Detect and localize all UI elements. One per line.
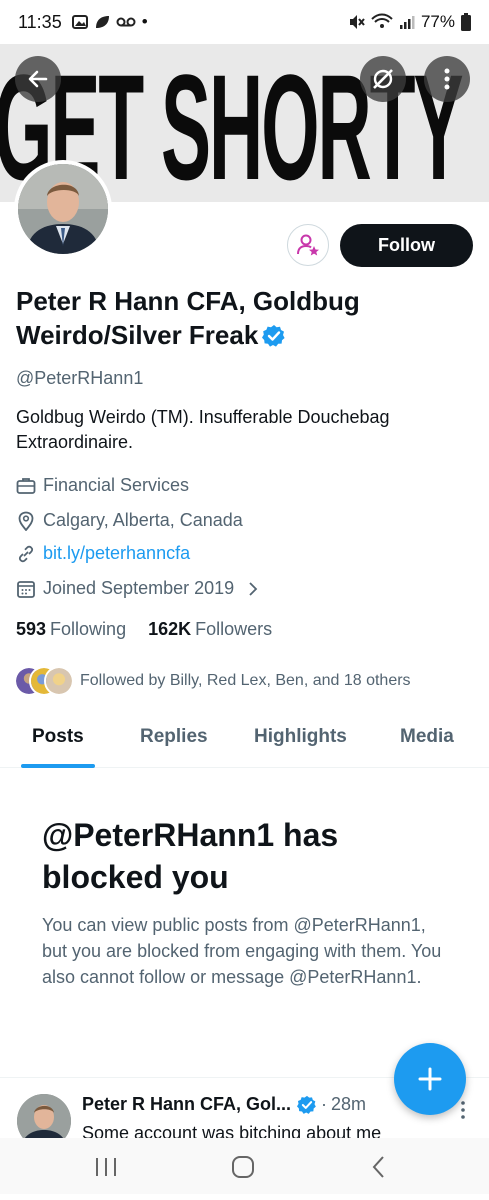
followed-by-row[interactable]: Followed by Billy, Red Lex, Ben, and 18 … <box>14 664 411 698</box>
following-stat[interactable]: 593 Following <box>16 619 126 640</box>
status-right: 77% <box>347 12 471 32</box>
following-label: Following <box>50 619 127 639</box>
profile-avatar[interactable] <box>14 160 112 258</box>
more-options-button[interactable] <box>424 56 470 102</box>
profile-website[interactable]: bit.ly/peterhanncfa <box>16 543 190 564</box>
compose-button[interactable] <box>394 1043 466 1115</box>
followers-count: 162K <box>148 619 192 639</box>
joined-text: Joined September 2019 <box>43 578 235 598</box>
tweet-separator: · <box>321 1094 328 1114</box>
tab-replies[interactable]: Replies <box>140 726 208 748</box>
back-nav-icon[interactable] <box>370 1154 388 1180</box>
recent-apps-icon[interactable] <box>94 1154 118 1180</box>
followers-avatars <box>14 664 74 698</box>
arrow-left-icon <box>28 70 48 88</box>
status-bar: 11:35 • 77% <box>0 0 489 44</box>
bottom-strip <box>0 1194 489 1200</box>
person-star-icon <box>297 234 319 256</box>
signal-icon <box>399 16 415 29</box>
plus-icon <box>418 1067 442 1091</box>
tweet-time: 28m <box>331 1094 367 1114</box>
home-icon[interactable] <box>230 1154 256 1180</box>
avatar-photo <box>18 164 108 254</box>
tweet-author-name[interactable]: Peter R Hann CFA, Gol... <box>82 1094 291 1115</box>
profile-tabs: Posts Replies Highlights Media <box>0 714 489 768</box>
follow-stats: 593 Following 162K Followers <box>16 619 272 640</box>
active-tab-indicator <box>21 764 95 768</box>
status-dot: • <box>141 12 148 31</box>
profile-name: Peter R Hann CFA, Goldbug Weirdo/Silver … <box>16 284 436 352</box>
profile-category: Financial Services <box>16 475 189 496</box>
followed-by-text: Followed by Billy, Red Lex, Ben, and 18 … <box>80 672 411 689</box>
profile-handle: @PeterRHann1 <box>16 368 144 388</box>
profile-name-text: Peter R Hann CFA, Goldbug Weirdo/Silver … <box>16 286 360 350</box>
leaf-icon <box>95 16 109 28</box>
more-vertical-icon <box>444 68 450 90</box>
system-nav-bar <box>0 1138 489 1196</box>
location-pin-icon <box>18 511 34 531</box>
grok-icon <box>373 69 393 89</box>
tweet-header: Peter R Hann CFA, Gol... · 28m <box>82 1094 366 1115</box>
followers-stat[interactable]: 162K Followers <box>148 619 272 640</box>
blocked-body: You can view public posts from @PeterRHa… <box>42 915 442 987</box>
verified-badge-icon <box>297 1095 316 1114</box>
profile-joined[interactable]: Joined September 2019 <box>16 578 260 599</box>
category-text: Financial Services <box>43 475 190 495</box>
profile-bio: Goldbug Weirdo (TM). Insufferable Douche… <box>16 407 390 452</box>
subscribe-button[interactable] <box>287 224 329 266</box>
link-icon <box>18 545 34 562</box>
mute-icon <box>349 15 365 29</box>
location-text: Calgary, Alberta, Canada <box>43 510 243 530</box>
tab-posts[interactable]: Posts <box>32 726 84 748</box>
chevron-right-icon <box>249 581 258 596</box>
website-link[interactable]: bit.ly/peterhanncfa <box>43 543 190 564</box>
battery-icon <box>461 13 471 31</box>
follow-button[interactable]: Follow <box>340 224 473 267</box>
tab-media[interactable]: Media <box>400 726 454 748</box>
wifi-icon <box>371 13 393 28</box>
followers-label: Followers <box>195 619 273 639</box>
mini-avatar <box>44 666 74 696</box>
voicemail-icon <box>116 17 136 27</box>
verified-badge-icon[interactable] <box>262 324 286 348</box>
tab-highlights[interactable]: Highlights <box>254 726 347 748</box>
grok-button[interactable] <box>360 56 406 102</box>
briefcase-icon <box>16 477 36 494</box>
profile-location: Calgary, Alberta, Canada <box>16 510 243 531</box>
calendar-icon <box>17 580 35 598</box>
battery-percent: 77% <box>420 12 455 31</box>
status-time: 11:35 <box>18 11 62 32</box>
gallery-icon <box>71 15 88 29</box>
back-button[interactable] <box>15 56 61 102</box>
tweet-more-icon[interactable] <box>456 1100 470 1120</box>
following-count: 593 <box>16 619 47 639</box>
tweet-text: Some account was bitching about me <box>82 1123 382 1138</box>
blocked-title: @PeterRHann1 has blocked you <box>42 817 339 895</box>
